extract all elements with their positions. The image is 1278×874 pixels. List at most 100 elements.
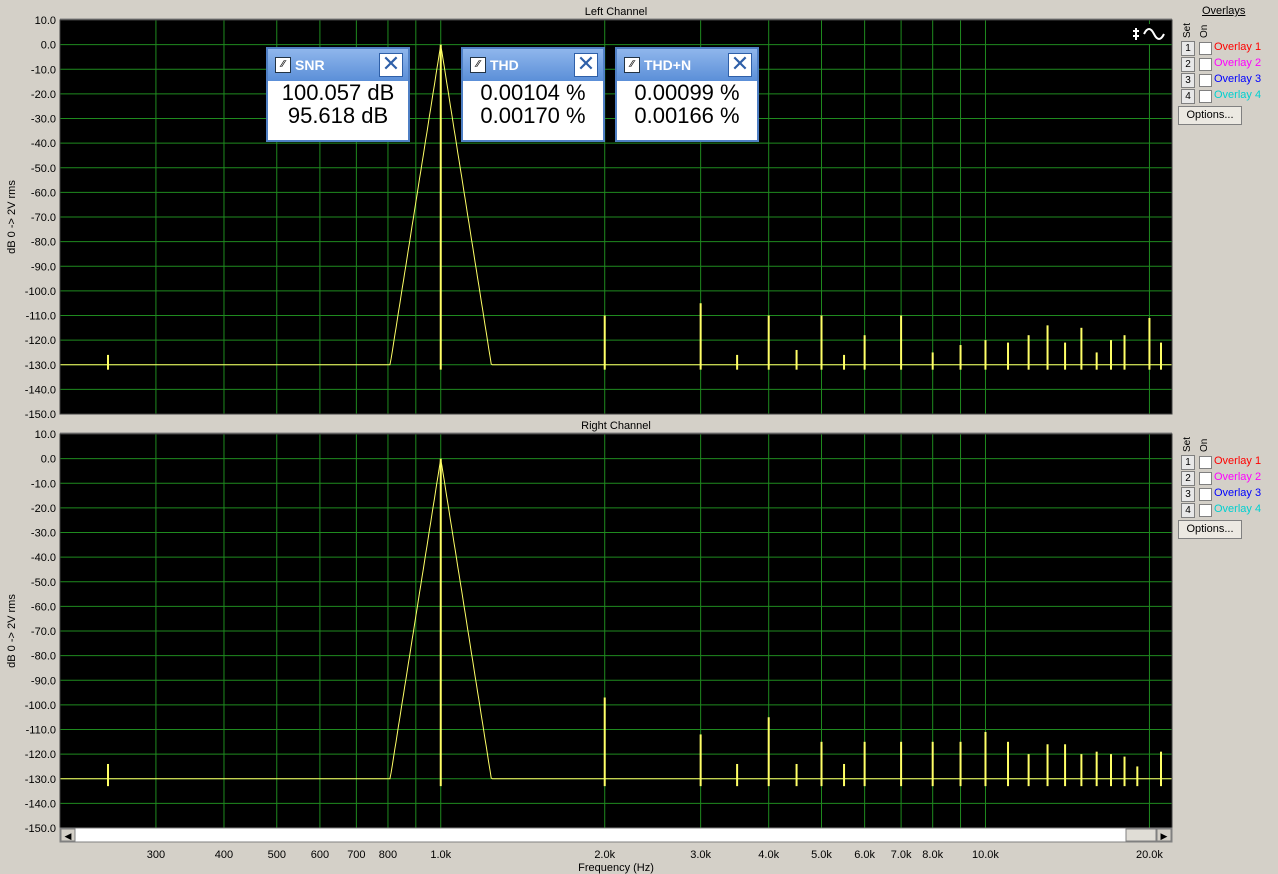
- snr-meter: ⁄⁄ SNR ✕ 100.057 dB 95.618 dB: [266, 47, 410, 142]
- overlay-row: 3 Overlay 3: [1178, 487, 1276, 502]
- y-tick-label: -70.0: [31, 626, 56, 638]
- x-tick-label: 3.0k: [690, 849, 711, 861]
- snr-value-1: 100.057 dB: [281, 80, 395, 105]
- x-axis-label: Frequency (Hz): [578, 862, 654, 874]
- overlay-set-button[interactable]: 1: [1181, 41, 1195, 56]
- on-label: On: [1199, 438, 1210, 452]
- y-tick-label: -80.0: [31, 651, 56, 663]
- x-tick-label: 800: [379, 849, 397, 861]
- y-tick-label: -120.0: [25, 749, 56, 761]
- y-tick-label: -150.0: [25, 823, 56, 835]
- y-tick-label: -120.0: [25, 335, 56, 347]
- right-arrow-icon: ▶: [1161, 832, 1168, 842]
- x-tick-label: 6.0k: [854, 849, 875, 861]
- y-tick-label: -110.0: [26, 311, 56, 323]
- thdn-meter: ⁄⁄ THD+N ✕ 0.00099 % 0.00166 %: [615, 47, 759, 142]
- thd-meter-title: THD: [490, 57, 519, 73]
- y-tick-label: -140.0: [25, 798, 56, 810]
- scrollbar-track: [59, 827, 1173, 843]
- y-axis-label: dB 0 -> 2V rms: [6, 180, 18, 254]
- overlay-label: Overlay 4: [1214, 503, 1262, 515]
- overlay-checkbox[interactable]: [1199, 488, 1212, 501]
- options-button[interactable]: Options...: [1178, 520, 1242, 539]
- overlay-label: Overlay 2: [1214, 471, 1262, 483]
- overlay-checkbox[interactable]: [1199, 74, 1212, 87]
- scroll-thumb[interactable]: [1125, 828, 1157, 842]
- overlay-set-button[interactable]: 2: [1181, 471, 1195, 486]
- overlay-set-button[interactable]: 2: [1181, 57, 1195, 72]
- overlay-label: Overlay 1: [1214, 41, 1262, 53]
- overlay-set-button[interactable]: 3: [1181, 487, 1195, 502]
- overlay-row: 4 Overlay 4: [1178, 503, 1276, 518]
- overlay-row: 4 Overlay 4: [1178, 89, 1276, 104]
- y-tick-label: -30.0: [31, 114, 56, 126]
- y-tick-label: -90.0: [31, 261, 56, 273]
- set-label: Set: [1182, 22, 1193, 38]
- y-tick-label: -90.0: [31, 675, 56, 687]
- chart-title: Left Channel: [585, 6, 647, 18]
- y-tick-label: -150.0: [25, 409, 56, 421]
- y-tick-label: -140.0: [25, 384, 56, 396]
- y-axis-label: dB 0 -> 2V rms: [6, 594, 18, 668]
- overlays-title[interactable]: Overlays: [1202, 5, 1245, 17]
- y-tick-label: -40.0: [31, 138, 56, 150]
- thdn-meter-title: THD+N: [644, 57, 692, 73]
- y-tick-label: -10.0: [31, 64, 56, 76]
- overlay-set-button[interactable]: 4: [1181, 89, 1195, 104]
- y-tick-label: 10.0: [35, 429, 56, 441]
- x-tick-label: 400: [215, 849, 233, 861]
- y-tick-label: 0.0: [41, 454, 56, 466]
- x-tick-label: 1.0k: [430, 849, 451, 861]
- overlay-checkbox[interactable]: [1199, 58, 1212, 71]
- y-tick-label: 0.0: [41, 40, 56, 52]
- overlay-row: 2 Overlay 2: [1178, 57, 1276, 72]
- overlay-checkbox[interactable]: [1199, 504, 1212, 517]
- snr-value-2: 95.618 dB: [287, 103, 389, 128]
- set-label: Set: [1182, 436, 1193, 452]
- on-label: On: [1199, 24, 1210, 38]
- thdn-value-1: 0.00099 %: [634, 80, 740, 105]
- overlay-checkbox[interactable]: [1199, 472, 1212, 485]
- overlay-set-button[interactable]: 4: [1181, 503, 1195, 518]
- y-tick-label: -60.0: [31, 187, 56, 199]
- overlay-checkbox[interactable]: [1199, 42, 1212, 55]
- thdn-value-2: 0.00166 %: [634, 103, 740, 128]
- y-tick-label: -100.0: [25, 700, 56, 712]
- y-tick-label: -70.0: [31, 212, 56, 224]
- thd-value-2: 0.00170 %: [480, 103, 586, 128]
- overlay-checkbox[interactable]: [1199, 456, 1212, 469]
- overlay-row: 1 Overlay 1: [1178, 41, 1276, 56]
- x-tick-label: 2.0k: [594, 849, 615, 861]
- y-tick-label: -30.0: [31, 528, 56, 540]
- y-tick-label: -20.0: [31, 89, 56, 101]
- generator-icon[interactable]: [1130, 24, 1170, 44]
- overlay-label: Overlay 1: [1214, 455, 1262, 467]
- x-tick-label: 4.0k: [758, 849, 779, 861]
- overlay-row: 3 Overlay 3: [1178, 73, 1276, 88]
- y-tick-label: -10.0: [31, 478, 56, 490]
- close-icon[interactable]: ✕: [574, 53, 598, 77]
- x-tick-label: 5.0k: [811, 849, 832, 861]
- thd-meter: ⁄⁄ THD ✕ 0.00104 % 0.00170 %: [461, 47, 605, 142]
- x-tick-label: 700: [347, 849, 365, 861]
- horizontal-scrollbar[interactable]: ◀ ▶: [59, 827, 1173, 843]
- x-tick-label: 300: [147, 849, 165, 861]
- y-tick-label: -60.0: [31, 601, 56, 613]
- options-button[interactable]: Options...: [1178, 106, 1242, 125]
- close-icon[interactable]: ✕: [379, 53, 403, 77]
- y-tick-label: -50.0: [31, 163, 56, 175]
- overlay-set-button[interactable]: 1: [1181, 455, 1195, 470]
- y-tick-label: -130.0: [25, 360, 56, 372]
- y-tick-label: -130.0: [25, 774, 56, 786]
- y-tick-label: -20.0: [31, 503, 56, 515]
- x-tick-label: 7.0k: [891, 849, 912, 861]
- close-icon[interactable]: ✕: [728, 53, 752, 77]
- waveform-icon: ⁄⁄: [275, 57, 291, 73]
- overlay-set-button[interactable]: 3: [1181, 73, 1195, 88]
- left-arrow-icon: ◀: [65, 832, 72, 842]
- y-tick-label: -110.0: [26, 725, 56, 737]
- y-tick-label: -50.0: [31, 577, 56, 589]
- overlay-checkbox[interactable]: [1199, 90, 1212, 103]
- overlay-label: Overlay 2: [1214, 57, 1262, 69]
- y-tick-label: -80.0: [31, 237, 56, 249]
